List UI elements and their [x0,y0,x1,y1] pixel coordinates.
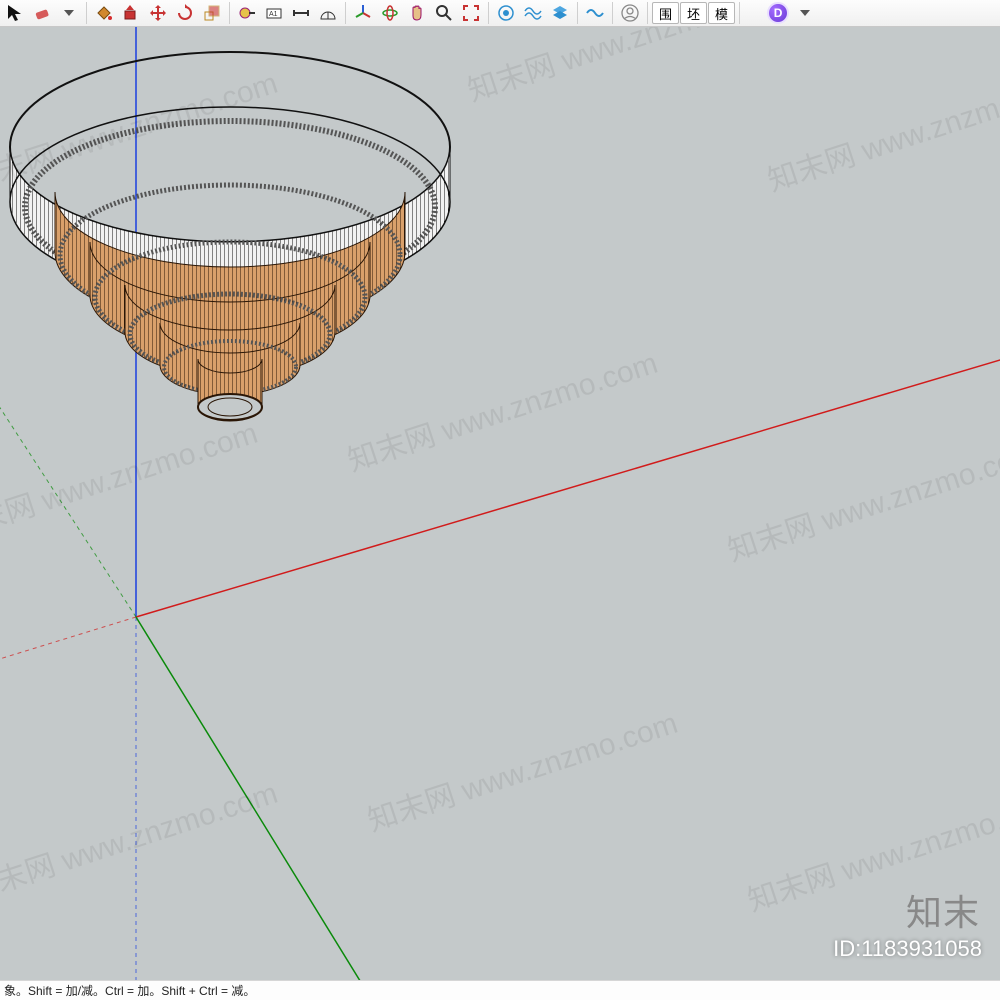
round-plugin-icon[interactable]: D [765,1,791,25]
separator [577,2,578,24]
separator [229,2,230,24]
svg-text:A1: A1 [269,11,278,18]
3d-viewport[interactable]: 知末网 www.znzmo.com 知末网 www.znzmo.com 知末网 … [0,27,1000,980]
zoom-extents-icon[interactable] [458,1,484,25]
scale-tool-icon[interactable] [199,1,225,25]
pan-tool-icon[interactable] [404,1,430,25]
main-toolbar: A1 围 坯 模 D [0,0,1000,27]
zoom-tool-icon[interactable] [431,1,457,25]
paint-bucket-icon[interactable] [91,1,117,25]
dropdown-arrow-icon[interactable] [792,1,818,25]
separator [488,2,489,24]
separator [86,2,87,24]
eraser-tool-icon[interactable] [29,1,55,25]
plugin-wave2-icon[interactable] [582,1,608,25]
mode-button-3[interactable]: 模 [708,2,735,24]
axes-tool-icon[interactable] [350,1,376,25]
tape-measure-icon[interactable] [234,1,260,25]
mode-button-1[interactable]: 围 [652,2,679,24]
plugin-gear-icon[interactable] [493,1,519,25]
push-pull-icon[interactable] [118,1,144,25]
brand-watermark: 知末 [906,884,980,936]
user-icon[interactable] [617,1,643,25]
move-tool-icon[interactable] [145,1,171,25]
orbit-tool-icon[interactable] [377,1,403,25]
text-tool-icon[interactable] [288,1,314,25]
mode-button-2[interactable]: 坯 [680,2,707,24]
plugin-wave-icon[interactable] [520,1,546,25]
protractor-icon[interactable] [315,1,341,25]
separator [739,2,740,24]
status-bar: 象。Shift = 加/减。Ctrl = 加。Shift + Ctrl = 减。 [0,980,1000,1000]
status-text: 象。Shift = 加/减。Ctrl = 加。Shift + Ctrl = 减。 [4,982,255,999]
rotate-tool-icon[interactable] [172,1,198,25]
id-watermark: ID:1183931058 [833,936,982,962]
dropdown-arrow-icon[interactable] [56,1,82,25]
separator [647,2,648,24]
select-tool-icon[interactable] [2,1,28,25]
axes-overlay [0,27,1000,980]
plugin-layers-icon[interactable] [547,1,573,25]
dimension-tool-icon[interactable]: A1 [261,1,287,25]
separator [612,2,613,24]
separator [345,2,346,24]
